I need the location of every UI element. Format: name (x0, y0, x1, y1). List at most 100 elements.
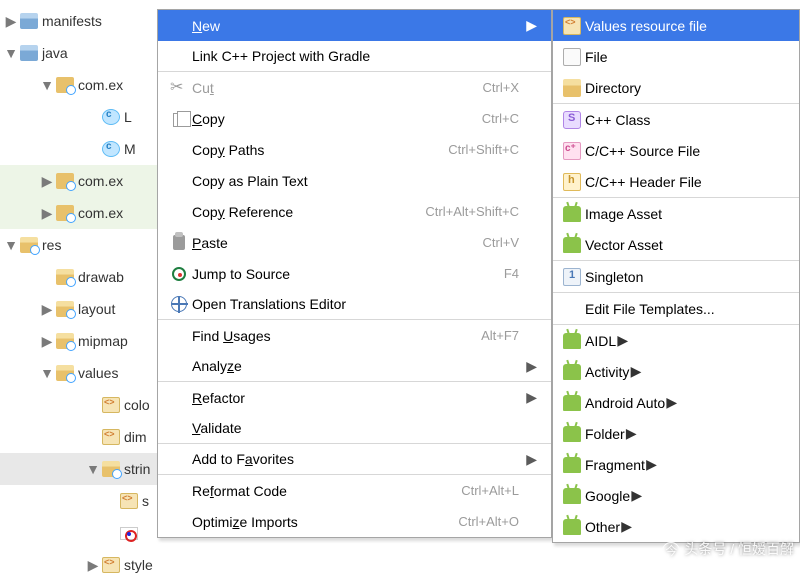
expand-arrow-icon[interactable]: ▶ (40, 333, 54, 350)
submenu-item[interactable]: Edit File Templates... (553, 293, 799, 324)
copy-icon (173, 113, 185, 127)
expand-arrow-icon[interactable]: ▶ (86, 557, 100, 574)
folder-icon (56, 269, 74, 285)
xml-icon (120, 493, 138, 509)
submenu-item-label: Directory (585, 80, 641, 96)
menu-shortcut: Ctrl+X (389, 80, 519, 95)
menu-item-label: Cut (192, 80, 389, 96)
submenu-item[interactable]: File (553, 41, 799, 72)
expand-arrow-icon[interactable]: ▼ (4, 237, 18, 253)
submenu-item[interactable]: Directory (553, 72, 799, 103)
android-icon (563, 395, 581, 411)
submenu-item[interactable]: Vector Asset (553, 229, 799, 260)
expand-arrow-icon[interactable]: ▶ (104, 525, 118, 542)
submenu-item-label: Values resource file (585, 18, 707, 34)
values-icon (563, 17, 581, 35)
menu-item[interactable]: Refactor▶ (158, 382, 551, 413)
submenu-item[interactable]: Image Asset (553, 198, 799, 229)
menu-item-label: Validate (192, 420, 389, 436)
expand-arrow-icon[interactable]: ▶ (4, 13, 18, 30)
expand-arrow-icon[interactable]: ▶ (40, 173, 54, 190)
submenu-item[interactable]: Other▶ (553, 511, 799, 542)
tree-row[interactable]: ▶ style (0, 549, 200, 581)
menu-shortcut: F4 (389, 266, 519, 281)
menu-shortcut: Ctrl+V (389, 235, 519, 250)
android-icon (563, 519, 581, 535)
menu-item[interactable]: Add to Favorites▶ (158, 444, 551, 475)
folder-icon (102, 461, 120, 477)
tree-item-label: res (42, 237, 61, 253)
S-icon (563, 111, 581, 129)
menu-item-label: Optimize Imports (192, 514, 389, 530)
menu-shortcut: Ctrl+Alt+Shift+C (389, 204, 519, 219)
expand-arrow-icon[interactable]: ▶ (40, 301, 54, 318)
expand-arrow-icon[interactable]: ▶ (86, 397, 100, 414)
menu-item-label: Copy Paths (192, 142, 389, 158)
menu-item[interactable]: Copy PathsCtrl+Shift+C (158, 134, 551, 165)
submenu-item[interactable]: Google▶ (553, 480, 799, 511)
expand-arrow-icon[interactable]: ▶ (86, 429, 100, 446)
tree-item-label: manifests (42, 13, 102, 29)
folder-icon (56, 301, 74, 317)
submenu-item[interactable]: C/C++ Header File (553, 166, 799, 197)
tree-item-label: strin (124, 461, 150, 477)
menu-shortcut: Ctrl+C (389, 111, 519, 126)
android-icon (563, 333, 581, 349)
folder-icon (20, 45, 38, 61)
submenu-item-label: C++ Class (585, 112, 650, 128)
expand-arrow-icon[interactable]: ▼ (4, 45, 18, 61)
context-menu[interactable]: New▶Link C++ Project with GradleCutCtrl+… (157, 9, 552, 538)
submenu-item[interactable]: C/C++ Source File (553, 135, 799, 166)
tree-item-label: com.ex (78, 77, 123, 93)
menu-item-label: Link C++ Project with Gradle (192, 48, 389, 64)
expand-arrow-icon[interactable]: ▶ (86, 109, 100, 126)
submenu-arrow-icon: ▶ (519, 17, 537, 34)
cpp-icon (563, 142, 581, 160)
submenu-item[interactable]: Fragment▶ (553, 449, 799, 480)
submenu-item[interactable]: AIDL▶ (553, 325, 799, 356)
expand-arrow-icon[interactable]: ▼ (40, 77, 54, 93)
new-submenu[interactable]: Values resource file File Directory C++ Cla… (552, 9, 800, 543)
submenu-item-label: File (585, 49, 608, 65)
menu-item-label: Open Translations Editor (192, 296, 389, 312)
submenu-item[interactable]: Activity▶ (553, 356, 799, 387)
submenu-item[interactable]: Folder▶ (553, 418, 799, 449)
submenu-item[interactable]: Android Auto▶ (553, 387, 799, 418)
menu-item[interactable]: Copy as Plain Text (158, 165, 551, 196)
submenu-item-label: Image Asset (585, 206, 662, 222)
tree-item-label: style (124, 557, 153, 573)
menu-item-label: Copy as Plain Text (192, 173, 389, 189)
expand-arrow-icon[interactable]: ▼ (86, 461, 100, 477)
submenu-item[interactable]: Values resource file (553, 10, 799, 41)
submenu-item[interactable]: Singleton (553, 261, 799, 292)
pkg-icon (56, 77, 74, 93)
menu-item[interactable]: Reformat CodeCtrl+Alt+L (158, 475, 551, 506)
globe-icon (171, 296, 187, 312)
android-icon (563, 364, 581, 380)
tree-item-label: java (42, 45, 68, 61)
watermark: 头条号 / 恒嫒百解 (662, 539, 794, 560)
menu-item[interactable]: Jump to SourceF4 (158, 258, 551, 289)
menu-item[interactable]: Find UsagesAlt+F7 (158, 320, 551, 351)
submenu-arrow-icon: ▶ (665, 394, 677, 411)
xml-icon (102, 397, 120, 413)
menu-item-label: Add to Favorites (192, 451, 389, 467)
expand-arrow-icon[interactable]: ▶ (86, 141, 100, 158)
menu-item[interactable]: Open Translations Editor (158, 289, 551, 320)
submenu-item[interactable]: C++ Class (553, 104, 799, 135)
menu-item[interactable]: Optimize ImportsCtrl+Alt+O (158, 506, 551, 537)
expand-arrow-icon[interactable]: ▼ (40, 365, 54, 381)
submenu-item-label: Vector Asset (585, 237, 663, 253)
menu-item[interactable]: CopyCtrl+C (158, 103, 551, 134)
submenu-item-label: Edit File Templates... (585, 301, 715, 317)
menu-item[interactable]: Analyze▶ (158, 351, 551, 382)
menu-item-label: Paste (192, 235, 389, 251)
menu-item[interactable]: New▶ (158, 10, 551, 41)
menu-item[interactable]: Copy ReferenceCtrl+Alt+Shift+C (158, 196, 551, 227)
menu-item[interactable]: PasteCtrl+V (158, 227, 551, 258)
menu-item[interactable]: Link C++ Project with Gradle (158, 41, 551, 72)
menu-item[interactable]: Validate (158, 413, 551, 444)
expand-arrow-icon[interactable]: ▶ (40, 205, 54, 222)
expand-arrow-icon[interactable]: ▶ (40, 269, 54, 286)
expand-arrow-icon[interactable]: ▶ (104, 493, 118, 510)
